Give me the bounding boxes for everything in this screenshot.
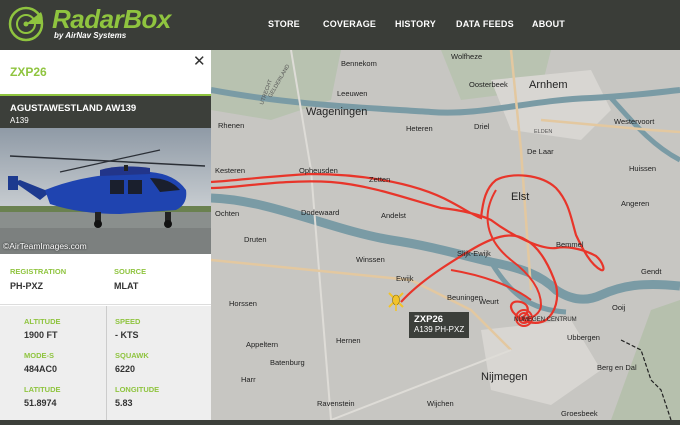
map-label: Weurt (479, 297, 500, 306)
map-label: Ravenstein (317, 399, 355, 408)
map-label: Beuningen (447, 293, 483, 302)
registration-value: PH-PXZ (10, 281, 44, 291)
map-label: Dodewaard (301, 208, 339, 217)
map-label: Leeuwen (337, 89, 367, 98)
nav-data-feeds[interactable]: DATA FEEDS (456, 19, 514, 29)
close-icon[interactable]: ✕ (193, 52, 206, 70)
map-label: De Laar (527, 147, 554, 156)
map-label: Driel (474, 122, 490, 131)
map-label: Arnhem (529, 79, 568, 91)
map-label: Angeren (621, 199, 649, 208)
aircraft-type: AGUSTAWESTLAND AW139 (10, 103, 137, 114)
flight-id: ZXP26 (10, 65, 47, 79)
radar-logo-icon[interactable] (8, 6, 44, 42)
registration-label: REGISTRATION (10, 267, 67, 276)
squawk-label: SQUAWK (115, 351, 149, 360)
map-label: Appeltern (246, 340, 278, 349)
map-label: Harr (241, 375, 256, 384)
squawk-value: 6220 (115, 364, 136, 374)
map-label: Berg en Dal (597, 363, 637, 372)
aircraft-type-bar: AGUSTAWESTLAND AW139 A139 (0, 96, 211, 128)
flight-tag[interactable]: ZXP26 A139 PH-PXZ (409, 312, 470, 338)
map-label: Horssen (229, 299, 257, 308)
map-label: Groesbeek (561, 409, 598, 418)
map-label: Zetten (369, 175, 390, 184)
map-label: Slijk-Ewijk (457, 249, 491, 258)
top-navigation-bar: RadarBox by AirNav Systems STORE COVERAG… (0, 0, 680, 50)
speed-value: - KTS (115, 330, 139, 340)
map-view[interactable]: Wolfheze Bennekom Oosterbeek Arnhem Leeu… (210, 49, 680, 421)
map-label: NIJMEGEN CENTRUM (514, 317, 577, 323)
divider (106, 306, 107, 420)
map-label: Westervoort (614, 117, 655, 126)
map-label: Kesteren (215, 166, 245, 175)
aircraft-code: A139 (10, 116, 29, 125)
map-label: Batenburg (270, 358, 305, 367)
map-label: Bemmel (556, 240, 584, 249)
map-label: Hernen (336, 336, 361, 345)
mode-s-label: MODE-S (24, 351, 54, 360)
flight-tag-detail: A139 PH-PXZ (414, 325, 465, 334)
brand-subtitle: by AirNav Systems (54, 31, 127, 40)
map-label: Wageningen (306, 106, 367, 118)
altitude-label: ALTITUDE (24, 317, 61, 326)
map-label: Opheusden (299, 166, 338, 175)
map-label: Wolfheze (451, 52, 482, 61)
map-label: Ooij (612, 303, 626, 312)
latitude-value: 51.8974 (24, 398, 57, 408)
map-label: Oosterbeek (469, 80, 508, 89)
map-label: Wijchen (427, 399, 454, 408)
altitude-value: 1900 FT (24, 330, 58, 340)
map-label: Ewijk (396, 274, 414, 283)
map-label: Huissen (629, 164, 656, 173)
divider (0, 304, 211, 305)
nav-history[interactable]: HISTORY (395, 19, 436, 29)
map-label: Heteren (406, 124, 433, 133)
map-canvas[interactable]: Wolfheze Bennekom Oosterbeek Arnhem Leeu… (210, 49, 680, 421)
longitude-value: 5.83 (115, 398, 133, 408)
map-label: Winssen (356, 255, 385, 264)
photo-credit[interactable]: ©AirTeamImages.com (3, 241, 87, 251)
nav-coverage[interactable]: COVERAGE (323, 19, 376, 29)
map-label: Bennekom (341, 59, 377, 68)
map-label: Andelst (381, 211, 407, 220)
latitude-label: LATITUDE (24, 385, 61, 394)
map-label: Nijmegen (481, 371, 527, 383)
source-value: MLAT (114, 281, 139, 291)
map-label: ELDEN (534, 129, 552, 135)
flight-info-panel: ZXP26 ✕ AGUSTAWESTLAND AW139 A139 ©AirTe… (0, 50, 211, 420)
aircraft-photo: ©AirTeamImages.com (0, 128, 211, 254)
longitude-label: LONGITUDE (115, 385, 160, 394)
nav-store[interactable]: STORE (268, 19, 300, 29)
flight-tag-id: ZXP26 (414, 314, 444, 325)
map-label: Ubbergen (567, 333, 600, 342)
mode-s-value: 484AC0 (24, 364, 58, 374)
map-label: Rhenen (218, 121, 244, 130)
nav-about[interactable]: ABOUT (532, 19, 565, 29)
map-label: Ochten (215, 209, 239, 218)
map-label: Gendt (641, 267, 662, 276)
speed-label: SPEED (115, 317, 141, 326)
map-label: Druten (244, 235, 267, 244)
map-label: Elst (511, 191, 529, 203)
source-label: SOURCE (114, 267, 147, 276)
